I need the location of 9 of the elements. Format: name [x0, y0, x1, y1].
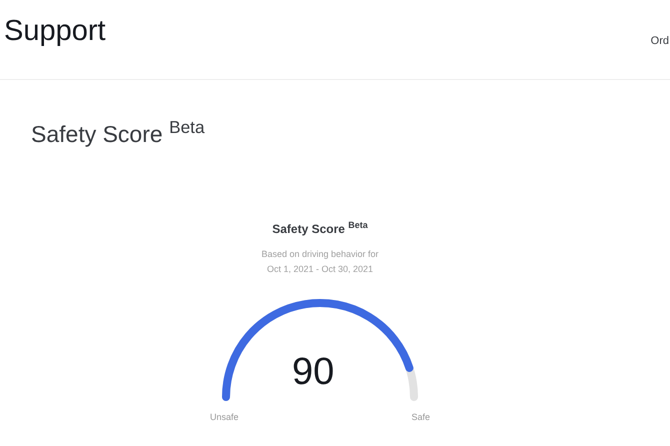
- score-value: 90: [292, 352, 334, 390]
- date-range: Oct 1, 2021 - Oct 30, 2021: [266, 263, 374, 276]
- section-title: Safety Score $^{Beta}$: [31, 117, 205, 149]
- page-heading: Support: [4, 14, 106, 49]
- nav-link[interactable]: Ord: [650, 33, 669, 50]
- max-label: Safe: [411, 410, 430, 424]
- card-subtitle: Based on driving behavior for: [261, 248, 379, 261]
- card-title: Safety Score $^{Beta}$: [272, 220, 368, 238]
- min-label: Unsafe: [210, 410, 239, 424]
